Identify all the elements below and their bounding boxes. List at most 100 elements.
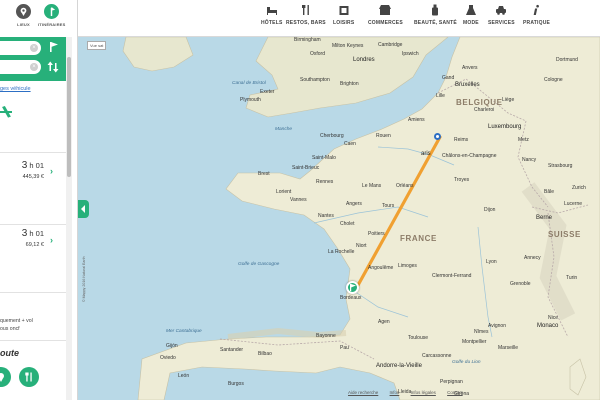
vehicle-options-link[interactable]: ges véhicule (0, 86, 31, 92)
result-hours: 3 (21, 160, 28, 171)
city-label: Niort (356, 243, 367, 249)
contact-link[interactable]: Contact (447, 390, 463, 395)
city-label: Strasbourg (548, 163, 573, 169)
origin-marker[interactable] (434, 133, 441, 140)
nav-item-label: PRATIQUE (523, 20, 551, 26)
legal-link[interactable]: Infos légales (411, 390, 436, 395)
country-label: SUISSE (548, 230, 581, 239)
nav-item-services[interactable]: SERVICES (488, 4, 515, 26)
city-label: Brighton (340, 81, 359, 87)
city-label: Liège (502, 97, 515, 103)
map-copyright: © Mappy 2016 Natural Earth (82, 256, 86, 302)
city-label: Brest (258, 171, 270, 177)
nav-item-restos-bars[interactable]: RESTOS, BARS (286, 4, 326, 26)
city-label: Marseille (498, 345, 519, 351)
nav-item-label: RESTOS, BARS (286, 20, 326, 26)
car-icon (496, 6, 507, 15)
restaurants-button[interactable] (19, 367, 39, 387)
nearby-button[interactable] (0, 367, 11, 387)
city-label: Burgos (228, 381, 244, 387)
help-link[interactable]: Aide recherche (348, 390, 378, 395)
collapse-sidebar-button[interactable] (78, 200, 89, 218)
clear-icon[interactable]: × (30, 44, 38, 52)
tab-label: ITINÉRAIRES (38, 22, 66, 27)
cutlery-icon (25, 372, 32, 382)
city-label: Bordeaux (340, 295, 362, 301)
nav-item-label: COMMERCES (368, 20, 403, 26)
city-label: Milton Keynes (332, 43, 364, 49)
city-label: Saint-Malo (312, 155, 336, 161)
result-duration: 3 h 01 (22, 160, 44, 171)
chevron-right-icon[interactable]: › (50, 235, 53, 245)
info-link[interactable]: Infos (390, 390, 400, 395)
city-label: Nice (548, 315, 559, 321)
city-label: Lorient (276, 189, 292, 195)
city-label: Southampton (300, 77, 330, 83)
nav-item-loisirs[interactable]: LOISIRS (333, 4, 354, 26)
clear-icon[interactable]: × (30, 63, 38, 71)
city-label: Le Mans (362, 183, 382, 189)
nav-item-pratique[interactable]: PRATIQUE (523, 4, 550, 26)
city-label: Troyes (454, 177, 470, 183)
scrollbar-thumb[interactable] (67, 57, 71, 177)
nav-item-mode[interactable]: MODE (463, 4, 479, 26)
flag-icon (350, 284, 356, 291)
city-label: Birmingham (294, 37, 321, 43)
city-label: Limoges (398, 263, 417, 269)
add-step-icon[interactable] (47, 41, 59, 53)
city-label: Berne (536, 215, 553, 221)
city-label: Amiens (408, 117, 425, 123)
city-label: Avignon (488, 323, 506, 329)
nav-item-label: MODE (463, 20, 479, 26)
nav-item-commerces[interactable]: COMMERCES (368, 4, 403, 26)
city-label: Reims (454, 137, 469, 143)
tab-itineraires[interactable]: ITINÉRAIRES (38, 4, 66, 27)
city-label: Charleroi (474, 107, 495, 113)
city-label: La Rochelle (328, 249, 355, 255)
city-label: Saint-Brieuc (292, 165, 320, 171)
mode-note: quement + vol ous oncf (0, 318, 33, 333)
map-canvas[interactable]: Vue sat © Mappy 2016 Natural Earth BELGI… (78, 37, 600, 400)
pin-icon (16, 4, 31, 19)
city-label: Bilbao (258, 351, 272, 357)
city-label: Cambridge (378, 42, 403, 48)
section-heading: oute (0, 348, 19, 358)
city-label: Lyon (486, 259, 497, 265)
swap-icon[interactable] (47, 61, 59, 73)
city-label: Bayonne (316, 333, 336, 339)
city-label: Lille (436, 93, 445, 99)
city-label: Angers (346, 201, 362, 207)
city-label: Anvers (462, 65, 478, 71)
city-label: Orléans (396, 183, 414, 189)
destination-marker[interactable] (346, 281, 359, 294)
nav-item-hotels[interactable]: HÔTELS (261, 4, 282, 26)
city-label: Vannes (290, 197, 307, 203)
city-label: Perpignan (440, 379, 463, 385)
result-row[interactable]: 3 h 01 69,12 € › (0, 224, 66, 292)
city-label: Monaco (537, 323, 559, 329)
city-label: Metz (518, 137, 529, 143)
ticket-icon (339, 6, 349, 15)
satellite-toggle-button[interactable]: Vue sat (87, 41, 107, 50)
city-label: aris (421, 151, 431, 157)
city-label: Luxembourg (488, 124, 522, 130)
plane-icon[interactable] (0, 106, 12, 118)
city-label: Oxford (310, 51, 326, 57)
city-label: Caen (344, 141, 356, 147)
pin-icon (0, 373, 4, 382)
sidebar: LIEUX ITINÉRAIRES × × ges véhicule 3 h 0… (0, 0, 78, 400)
route-icon (44, 4, 60, 19)
city-label: Turin (566, 275, 578, 281)
chevron-right-icon[interactable]: › (50, 166, 53, 176)
arrival-field[interactable]: × (0, 60, 41, 74)
map-geography (122, 37, 600, 400)
city-label: Angoulême (368, 265, 394, 271)
city-label: Rouen (376, 133, 391, 139)
nav-item-beaute-sante[interactable]: BEAUTÉ, SANTÉ (414, 4, 457, 26)
result-row[interactable]: 3 h 01 445,39 € › (0, 152, 66, 224)
city-label: Toulouse (408, 335, 429, 341)
departure-field[interactable]: × (0, 41, 41, 55)
tab-lieux[interactable]: LIEUX (16, 4, 31, 27)
shop-icon (379, 5, 392, 15)
sidebar-scrollbar[interactable] (66, 37, 72, 400)
